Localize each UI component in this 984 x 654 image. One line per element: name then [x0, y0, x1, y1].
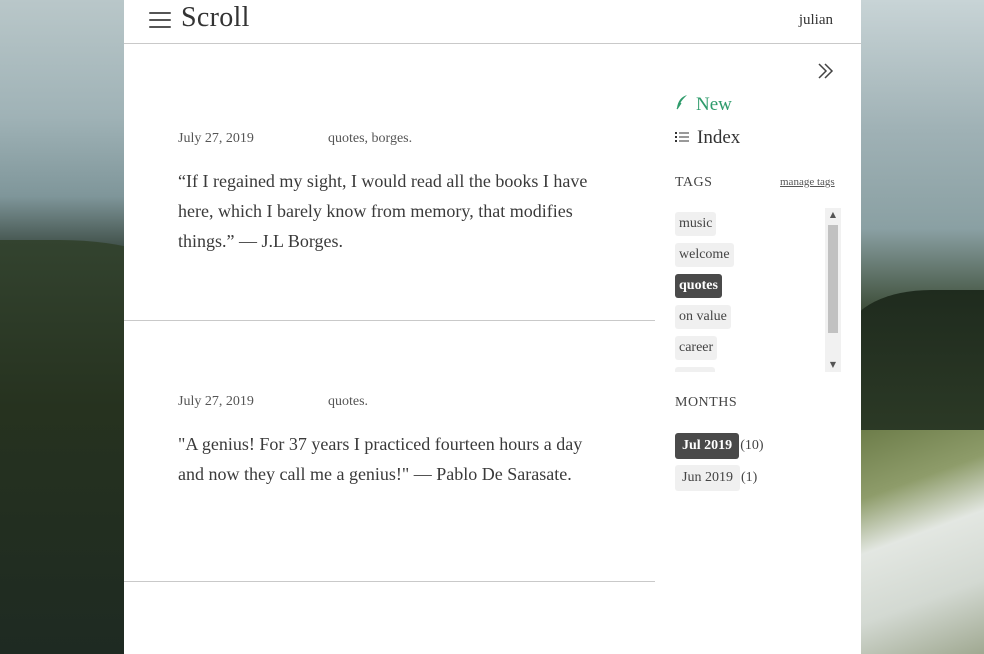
post-date: July 27, 2019: [178, 394, 254, 409]
tag-career[interactable]: career: [675, 336, 718, 360]
post-tags[interactable]: quotes.: [328, 394, 368, 410]
tag-list-box[interactable]: music welcome quotes on value career ▲ ▼: [675, 208, 841, 372]
month-jul-2019[interactable]: Jul 2019: [675, 433, 740, 459]
list-icon: [675, 127, 689, 149]
months-heading: MONTHS: [675, 395, 738, 410]
background-snow: [861, 430, 984, 654]
tag-on-value[interactable]: on value: [675, 305, 731, 329]
background-trees: [861, 290, 984, 440]
tag-music[interactable]: music: [675, 212, 717, 236]
month-row: Jul 2019 (10): [675, 433, 764, 459]
index-link[interactable]: Index: [675, 127, 740, 149]
tag-scrollbar[interactable]: ▲ ▼: [825, 208, 841, 372]
tag-quotes[interactable]: quotes: [675, 274, 722, 298]
top-bar: Scroll julian: [124, 0, 861, 44]
hamburger-menu-icon[interactable]: [149, 12, 171, 30]
scroll-up-icon[interactable]: ▲: [825, 208, 841, 222]
post-card: July 27, 2019 quotes, borges. “If I rega…: [124, 44, 655, 321]
month-count: (1): [740, 470, 758, 485]
scroll-thumb[interactable]: [828, 225, 838, 333]
main-panel: Scroll julian July 27, 2019 quotes, borg…: [124, 0, 861, 654]
month-jun-2019[interactable]: Jun 2019: [675, 465, 740, 491]
post-card: July 27, 2019 quotes. "A genius! For 37 …: [124, 321, 655, 582]
new-label: New: [696, 94, 732, 115]
month-row: Jun 2019 (1): [675, 465, 764, 491]
post-tags[interactable]: quotes, borges.: [328, 131, 412, 147]
feather-icon: [675, 94, 689, 116]
collapse-sidebar-icon[interactable]: [816, 61, 836, 81]
background-hill: [0, 240, 124, 654]
post-date: July 27, 2019: [178, 131, 254, 146]
tags-heading: TAGS: [675, 175, 713, 190]
post-text[interactable]: “If I regained my sight, I would read al…: [178, 166, 598, 256]
index-label: Index: [697, 127, 741, 148]
user-link[interactable]: julian: [799, 12, 833, 29]
scroll-down-icon[interactable]: ▼: [825, 358, 841, 372]
post-text[interactable]: "A genius! For 37 years I practiced four…: [178, 429, 598, 489]
tag-partial[interactable]: [675, 367, 715, 372]
manage-tags-link[interactable]: manage tags: [780, 176, 835, 188]
background-left: [0, 0, 124, 654]
background-right: [861, 0, 984, 654]
tag-list: music welcome quotes on value career: [675, 212, 734, 372]
new-post-link[interactable]: New: [675, 94, 732, 116]
month-count: (10): [740, 438, 764, 453]
tag-welcome[interactable]: welcome: [675, 243, 734, 267]
app-title[interactable]: Scroll: [181, 2, 250, 34]
months-list: Jul 2019 (10) Jun 2019 (1): [675, 433, 764, 497]
